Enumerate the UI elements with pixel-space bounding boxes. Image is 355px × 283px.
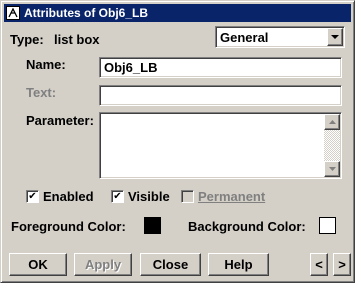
enabled-label: Enabled	[43, 189, 94, 204]
name-field-value: Obj6_LB	[104, 60, 158, 75]
parameter-value	[100, 113, 108, 117]
attributes-dialog: Attributes of Obj6_LB Type: list box Gen…	[0, 0, 355, 283]
parameter-scrollbar[interactable]	[324, 114, 340, 177]
title-bar[interactable]: Attributes of Obj6_LB	[4, 4, 351, 22]
arrow-down-icon[interactable]	[324, 161, 340, 177]
text-field-value	[100, 86, 108, 90]
parameter-textarea[interactable]	[99, 112, 342, 179]
permanent-checkbox[interactable]: Permanent	[181, 189, 265, 204]
app-icon	[6, 6, 20, 20]
parameter-label: Parameter:	[26, 113, 94, 128]
help-button[interactable]: Help	[208, 253, 269, 276]
enabled-checkmark-icon[interactable]: ✔	[26, 190, 39, 203]
category-select[interactable]: General	[215, 26, 345, 48]
ok-button[interactable]: OK	[9, 253, 67, 276]
background-color-swatch[interactable]	[319, 217, 336, 234]
type-value: list box	[54, 32, 100, 47]
apply-button[interactable]: Apply	[74, 253, 132, 276]
foreground-color-swatch[interactable]	[144, 217, 161, 234]
type-label: Type:	[10, 32, 44, 47]
foreground-color-label: Foreground Color:	[11, 219, 126, 234]
name-field[interactable]: Obj6_LB	[99, 57, 342, 78]
close-button[interactable]: Close	[140, 253, 201, 276]
next-button[interactable]: >	[333, 253, 351, 276]
name-label: Name:	[26, 57, 66, 72]
enabled-checkbox[interactable]: ✔ Enabled	[26, 189, 94, 204]
visible-checkmark-icon[interactable]: ✔	[111, 190, 124, 203]
arrow-up-icon[interactable]	[324, 114, 340, 130]
scrollbar-track[interactable]	[324, 130, 340, 161]
visible-label: Visible	[128, 189, 170, 204]
window-title: Attributes of Obj6_LB	[24, 6, 149, 20]
prev-button[interactable]: <	[310, 253, 328, 276]
text-field[interactable]	[99, 85, 342, 106]
permanent-checkbox-box[interactable]	[181, 190, 194, 203]
background-color-label: Background Color:	[188, 219, 306, 234]
permanent-label: Permanent	[198, 189, 266, 204]
category-select-value: General	[220, 29, 269, 45]
text-label: Text:	[26, 85, 57, 100]
chevron-down-icon[interactable]	[327, 28, 343, 46]
visible-checkbox[interactable]: ✔ Visible	[111, 189, 170, 204]
